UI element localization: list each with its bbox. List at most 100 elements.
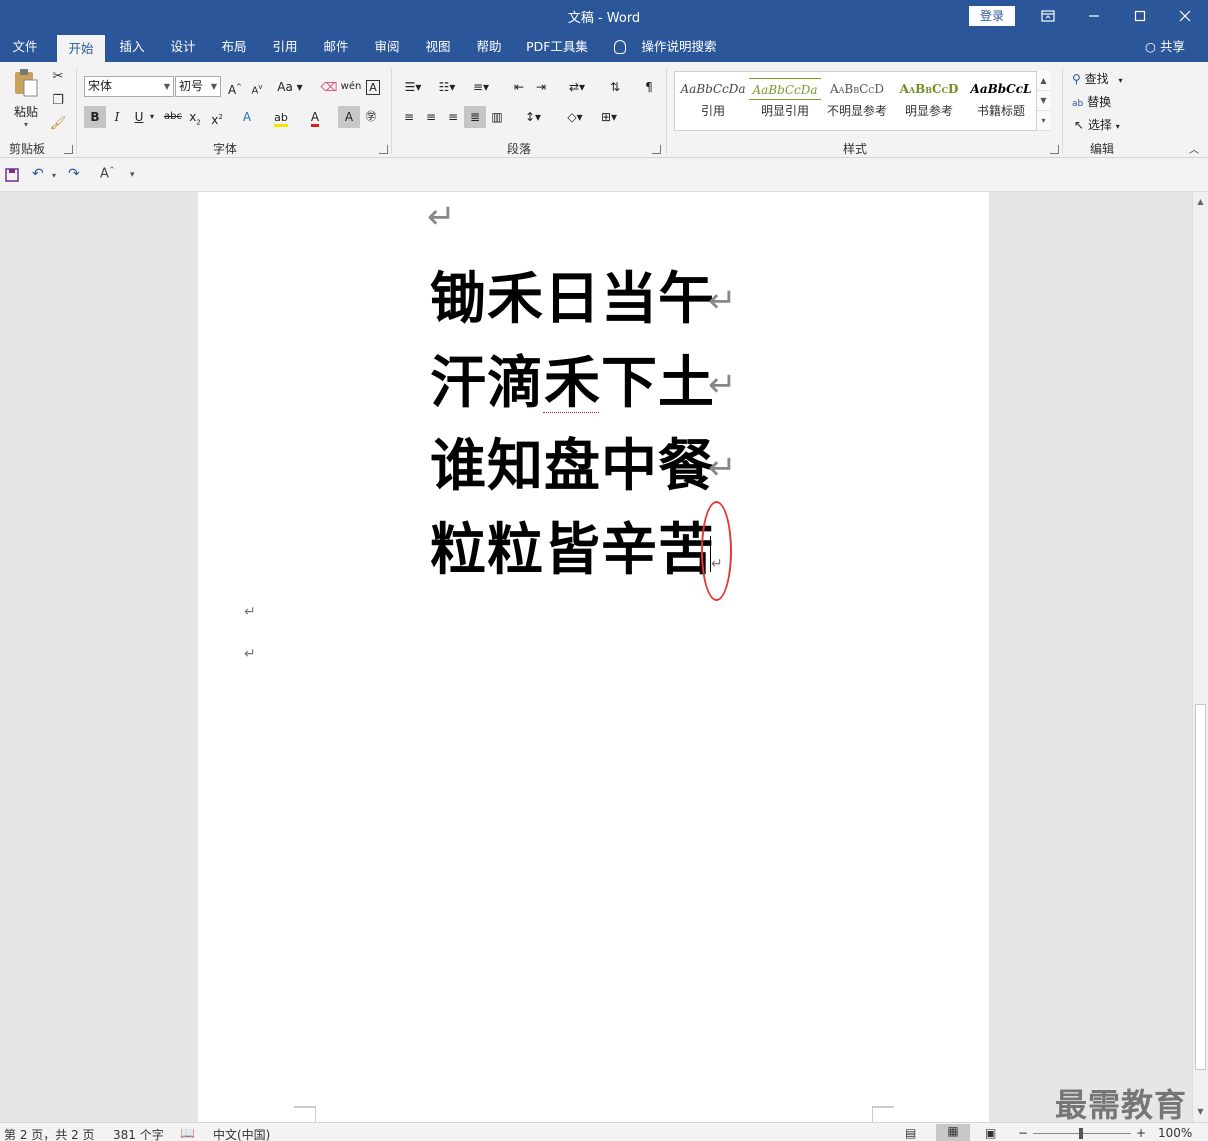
replace-button[interactable]: ab 替换 [1072,93,1111,111]
tab-layout[interactable]: 布局 [213,32,255,62]
font-name-combo[interactable]: 宋体 ▼ [84,76,174,97]
page-count[interactable]: 第 2 页，共 2 页 [4,1126,95,1141]
poem-line-4[interactable]: 粒粒皆辛苦 [430,520,715,580]
phonetic-guide-icon[interactable]: wén [340,76,362,98]
document-page[interactable]: ↵ 锄禾日当午 ↵ 汗滴禾下土 ↵ 谁知盘中餐 ↵ 粒粒皆辛苦 ↵ ↵ ↵ [198,192,989,1122]
close-icon[interactable] [1162,0,1208,32]
align-right-icon[interactable]: ≡ [442,106,464,128]
style-intense-reference[interactable]: AaBbCcD 明显参考 [893,78,965,126]
font-color-icon[interactable]: A [304,106,326,128]
tab-design[interactable]: 设计 [162,32,204,62]
tab-help[interactable]: 帮助 [468,32,510,62]
style-quote[interactable]: AaBbCcDa 引用 [677,78,749,126]
copy-icon[interactable]: ❐ [48,92,68,110]
customize-qat-icon[interactable]: ▾ [130,170,135,180]
print-layout-icon[interactable]: ▦ [936,1124,970,1141]
chevron-down-icon[interactable]: ▼ [1037,91,1050,111]
sort-icon[interactable]: ⇅ [604,76,626,98]
font-size-combo[interactable]: 初号 ▼ [175,76,221,97]
format-painter-icon[interactable]: 🖌 [48,115,68,133]
paragraph-launcher-icon[interactable] [652,145,661,154]
chevron-down-icon[interactable]: ▾ [146,106,158,128]
ribbon-display-options-icon[interactable] [1025,0,1071,32]
minimize-icon[interactable] [1071,0,1117,32]
more-styles-icon[interactable]: ▾ [1037,111,1050,131]
clear-formatting-icon[interactable]: ⌫ [318,76,340,98]
cut-icon[interactable]: ✂ [48,68,68,86]
web-layout-icon[interactable]: ▣ [985,1126,996,1140]
share-button[interactable]: ○ 共享 [1140,32,1190,62]
show-marks-icon[interactable]: ¶ [638,76,660,98]
style-intense-quote[interactable]: AaBbCcDa 明显引用 [749,78,821,126]
italic-button[interactable]: I [106,106,128,128]
document-area[interactable]: ↵ 锄禾日当午 ↵ 汗滴禾下土 ↵ 谁知盘中餐 ↵ 粒粒皆辛苦 ↵ ↵ ↵ [0,192,1192,1122]
tab-pdf-tools[interactable]: PDF工具集 [522,32,592,62]
word-count[interactable]: 381 个字 [113,1126,164,1141]
text-effects-icon[interactable]: A [236,106,258,128]
chevron-down-icon[interactable]: ▾ [52,171,56,180]
bold-button[interactable]: B [84,106,106,128]
font-launcher-icon[interactable] [379,145,388,154]
poem-line-1[interactable]: 锄禾日当午 [430,269,715,329]
tab-file[interactable]: 文件 [4,32,46,62]
line-spacing-icon[interactable]: ↕▾ [518,106,548,128]
increase-indent-icon[interactable]: ⇥ [530,76,552,98]
zoom-level[interactable]: 100% [1158,1126,1192,1140]
numbering-icon[interactable]: ☷▾ [432,76,462,98]
login-button[interactable]: 登录 [969,6,1015,26]
poem-line-2[interactable]: 汗滴禾下土 [430,353,715,413]
scroll-up-icon[interactable]: ▲ [1193,194,1208,209]
tab-review[interactable]: 审阅 [366,32,408,62]
superscript-button[interactable]: x2 [206,106,228,128]
align-left-icon[interactable]: ≡ [398,106,420,128]
shrink-font-icon[interactable]: Av [246,76,268,98]
vertical-scrollbar[interactable]: ▲ ▼ [1192,192,1208,1122]
bullets-icon[interactable]: ☰▾ [398,76,428,98]
enclose-characters-icon[interactable]: ㊫ [360,106,382,128]
character-shading-icon[interactable]: A [338,106,360,128]
maximize-icon[interactable] [1117,0,1163,32]
save-icon[interactable] [5,166,19,186]
redo-icon[interactable]: ↷ [68,166,80,182]
borders-icon[interactable]: ⊞▾ [594,106,624,128]
tab-insert[interactable]: 插入 [111,32,153,62]
style-subtle-reference[interactable]: AaBbCcD 不明显参考 [821,78,893,126]
select-button[interactable]: ↖ 选择 ▾ [1074,116,1120,134]
tab-home[interactable]: 开始 [57,35,105,62]
text-direction-icon[interactable]: ⇄▾ [562,76,592,98]
read-mode-icon[interactable]: ▤ [905,1126,916,1140]
font-size-increase-icon[interactable]: A^ [100,166,115,181]
find-button[interactable]: ⚲ 查找 ▾ [1072,70,1122,88]
highlight-annotation-ellipse [701,501,732,601]
scrollbar-thumb[interactable] [1195,704,1206,1070]
undo-icon[interactable]: ↶ [32,166,44,182]
chevron-up-icon[interactable]: ▲ [1037,71,1050,91]
highlight-icon[interactable]: ab [270,106,292,128]
language-indicator[interactable]: 中文(中国) [213,1126,270,1141]
zoom-out-icon[interactable]: − [1018,1126,1028,1140]
tab-view[interactable]: 视图 [417,32,459,62]
subscript-button[interactable]: x2 [184,106,206,128]
justify-icon[interactable]: ≣ [464,106,486,128]
tab-references[interactable]: 引用 [264,32,306,62]
proofing-icon[interactable]: 📖 [180,1126,195,1140]
zoom-slider-thumb[interactable] [1079,1128,1083,1139]
character-border-icon[interactable]: A [362,76,384,98]
paste-button[interactable]: 粘贴 ▾ [8,68,44,132]
clipboard-launcher-icon[interactable] [64,145,73,154]
distributed-icon[interactable]: ▥ [486,106,508,128]
align-center-icon[interactable]: ≡ [420,106,442,128]
strikethrough-button[interactable]: abc [162,106,184,128]
poem-line-3[interactable]: 谁知盘中餐 [430,436,715,496]
style-book-title[interactable]: AaBbCcL 书籍标题 [965,78,1037,126]
grow-font-icon[interactable]: A^ [224,76,246,98]
scroll-down-icon[interactable]: ▼ [1193,1104,1208,1119]
tab-mailings[interactable]: 邮件 [315,32,357,62]
decrease-indent-icon[interactable]: ⇤ [508,76,530,98]
multilevel-list-icon[interactable]: ≡▾ [466,76,496,98]
change-case-button[interactable]: Aa ▾ [274,76,306,98]
styles-launcher-icon[interactable] [1050,145,1059,154]
tell-me-search[interactable]: 操作说明搜索 [636,32,722,62]
zoom-in-icon[interactable]: + [1136,1126,1146,1140]
shading-icon[interactable]: ◇▾ [560,106,590,128]
